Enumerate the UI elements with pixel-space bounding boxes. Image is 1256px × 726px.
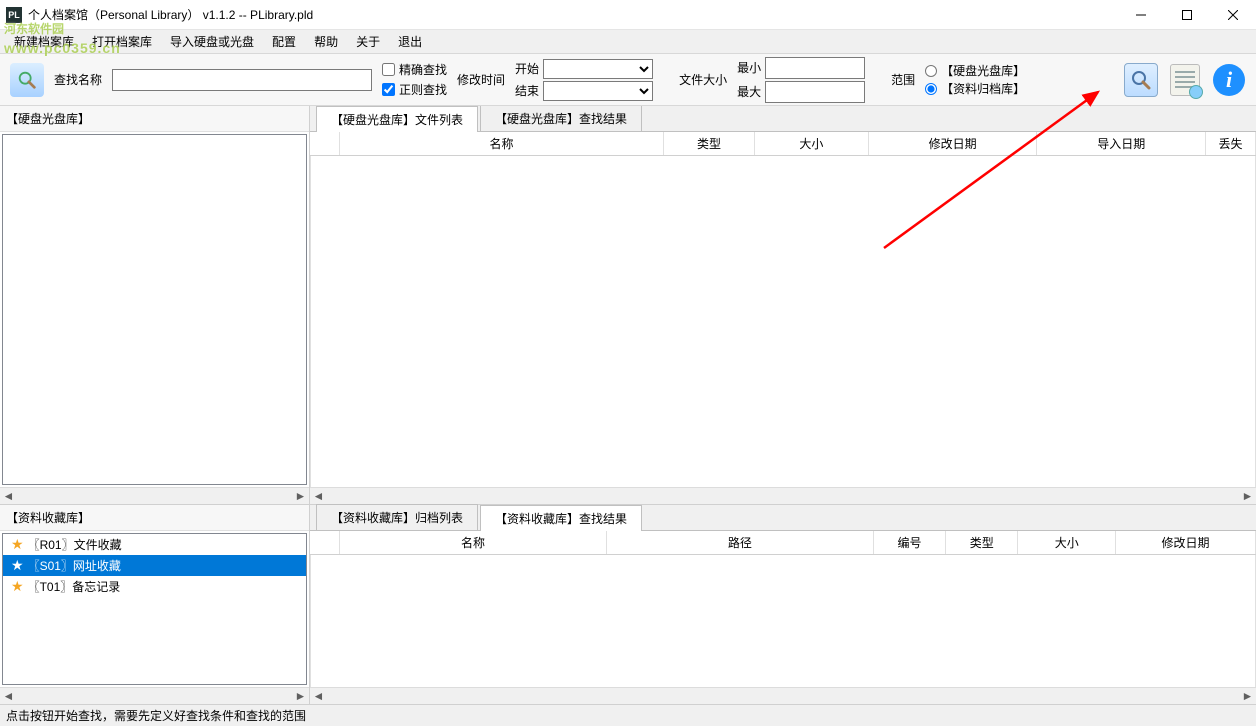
search-name-label: 查找名称 (54, 71, 102, 88)
max-label: 最大 (737, 83, 761, 100)
disk-lib-label: 【硬盘光盘库】 (0, 106, 309, 132)
scrollbar-h-bot-right[interactable]: ◄► (310, 687, 1256, 704)
scrollbar-h-bot-left[interactable]: ◄► (0, 687, 309, 704)
maximize-button[interactable] (1164, 0, 1210, 30)
menu-new[interactable]: 新建档案库 (6, 31, 82, 52)
star-icon: ★ (11, 536, 24, 553)
scope-archive-radio[interactable]: 【资料归档库】 (925, 81, 1025, 97)
settings-button[interactable] (1168, 63, 1202, 97)
menu-exit[interactable]: 退出 (390, 31, 430, 52)
col-type2[interactable]: 类型 (946, 531, 1018, 554)
menubar: 新建档案库 打开档案库 导入硬盘或光盘 配置 帮助 关于 退出 (0, 30, 1256, 54)
scrollbar-h-top[interactable]: ◄► (310, 487, 1256, 504)
info-button[interactable]: i (1212, 63, 1246, 97)
tree-item-t01[interactable]: ★〖T01〗备忘记录 (3, 576, 306, 597)
col-no[interactable]: 编号 (874, 531, 946, 554)
scope-label: 范围 (891, 71, 915, 88)
top-list-header: 名称 类型 大小 修改日期 导入日期 丢失 (310, 132, 1256, 156)
col-importdate[interactable]: 导入日期 (1037, 132, 1206, 155)
menu-about[interactable]: 关于 (348, 31, 388, 52)
col-blank2[interactable] (310, 531, 340, 554)
archive-tree[interactable]: ★〖R01〗文件收藏 ★〖S01〗网址收藏 ★〖T01〗备忘记录 (2, 533, 307, 685)
col-lost[interactable]: 丢失 (1206, 132, 1256, 155)
right-bot-pane: 【资料收藏库】归档列表 【资料收藏库】查找结果 名称 路径 编号 类型 大小 修… (310, 505, 1256, 704)
start-label: 开始 (515, 60, 539, 77)
menu-open[interactable]: 打开档案库 (84, 31, 160, 52)
app-icon: PL (6, 7, 22, 23)
col-size[interactable]: 大小 (755, 132, 869, 155)
top-list-body[interactable] (310, 156, 1256, 487)
exact-search-checkbox[interactable]: 精确查找 (382, 61, 447, 79)
scope-disk-radio[interactable]: 【硬盘光盘库】 (925, 63, 1025, 79)
titlebar: PL 个人档案馆（Personal Library） v1.1.2 -- PLi… (0, 0, 1256, 30)
col-size2[interactable]: 大小 (1018, 531, 1116, 554)
menu-help[interactable]: 帮助 (306, 31, 346, 52)
tab-search-results[interactable]: 【硬盘光盘库】查找结果 (480, 106, 642, 131)
col-name2[interactable]: 名称 (340, 531, 607, 554)
end-label: 结束 (515, 82, 539, 99)
left-bot-pane: 【资料收藏库】 ★〖R01〗文件收藏 ★〖S01〗网址收藏 ★〖T01〗备忘记录… (0, 505, 310, 704)
tab-archive-list[interactable]: 【资料收藏库】归档列表 (316, 504, 478, 530)
col-type[interactable]: 类型 (664, 132, 755, 155)
window-title: 个人档案馆（Personal Library） v1.1.2 -- PLibra… (28, 6, 313, 23)
regex-search-checkbox[interactable]: 正则查找 (382, 81, 447, 99)
archive-lib-label: 【资料收藏库】 (0, 505, 309, 531)
info-icon: i (1213, 64, 1245, 96)
min-size-input[interactable] (765, 57, 865, 79)
search-button[interactable] (1124, 63, 1158, 97)
document-gear-icon (1170, 64, 1200, 96)
col-name[interactable]: 名称 (340, 132, 664, 155)
col-moddate[interactable]: 修改日期 (869, 132, 1038, 155)
minimize-button[interactable] (1118, 0, 1164, 30)
menu-config[interactable]: 配置 (264, 31, 304, 52)
tree-item-s01[interactable]: ★〖S01〗网址收藏 (3, 555, 306, 576)
end-date-select[interactable] (543, 81, 653, 101)
scrollbar-h[interactable]: ◄► (0, 487, 309, 504)
min-label: 最小 (737, 59, 761, 76)
star-icon: ★ (11, 557, 24, 574)
start-date-select[interactable] (543, 59, 653, 79)
col-moddate2[interactable]: 修改日期 (1116, 531, 1256, 554)
bot-list-body[interactable] (310, 555, 1256, 687)
filesize-label: 文件大小 (679, 71, 727, 88)
col-blank[interactable] (310, 132, 340, 155)
bot-list-header: 名称 路径 编号 类型 大小 修改日期 (310, 531, 1256, 555)
search-icon (10, 63, 44, 97)
statusbar: 点击按钮开始查找，需要先定义好查找条件和查找的范围 (0, 704, 1256, 726)
tab-file-list[interactable]: 【硬盘光盘库】文件列表 (316, 106, 478, 132)
disk-lib-tree[interactable] (2, 134, 307, 485)
menu-import[interactable]: 导入硬盘或光盘 (162, 31, 262, 52)
toolbar: 查找名称 精确查找 正则查找 修改时间 开始 结束 文件大小 最小 最大 范围 … (0, 54, 1256, 106)
close-button[interactable] (1210, 0, 1256, 30)
tab-archive-search[interactable]: 【资料收藏库】查找结果 (480, 505, 642, 531)
right-top-pane: 【硬盘光盘库】文件列表 【硬盘光盘库】查找结果 名称 类型 大小 修改日期 导入… (310, 106, 1256, 504)
max-size-input[interactable] (765, 81, 865, 103)
modtime-label: 修改时间 (457, 71, 505, 88)
search-name-input[interactable] (112, 69, 372, 91)
tree-item-r01[interactable]: ★〖R01〗文件收藏 (3, 534, 306, 555)
status-text: 点击按钮开始查找，需要先定义好查找条件和查找的范围 (6, 707, 306, 724)
left-top-pane: 【硬盘光盘库】 ◄► (0, 106, 310, 504)
star-icon: ★ (11, 578, 24, 595)
col-path[interactable]: 路径 (607, 531, 874, 554)
